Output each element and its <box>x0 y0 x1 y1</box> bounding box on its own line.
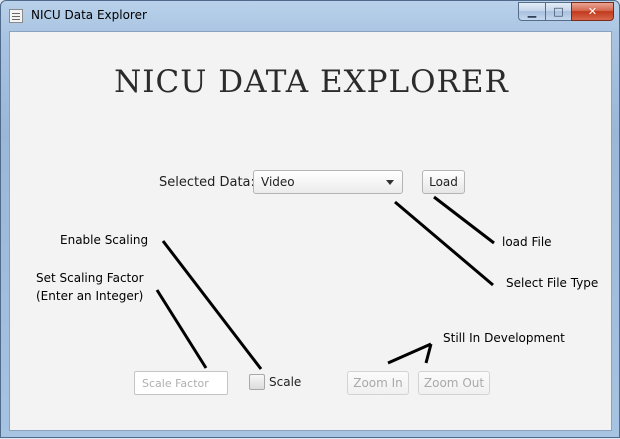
arrow-enable-scaling <box>161 240 263 370</box>
arrow-still-in-development-shaft <box>387 342 432 365</box>
arrow-load-file <box>433 195 495 245</box>
annotation-arrows <box>155 195 495 370</box>
arrow-scaling-factor <box>155 289 208 369</box>
arrow-select-file-type <box>394 200 494 287</box>
application-window: NICU Data Explorer ▁ □ ✕ NICU DATA EXPLO… <box>0 0 620 438</box>
